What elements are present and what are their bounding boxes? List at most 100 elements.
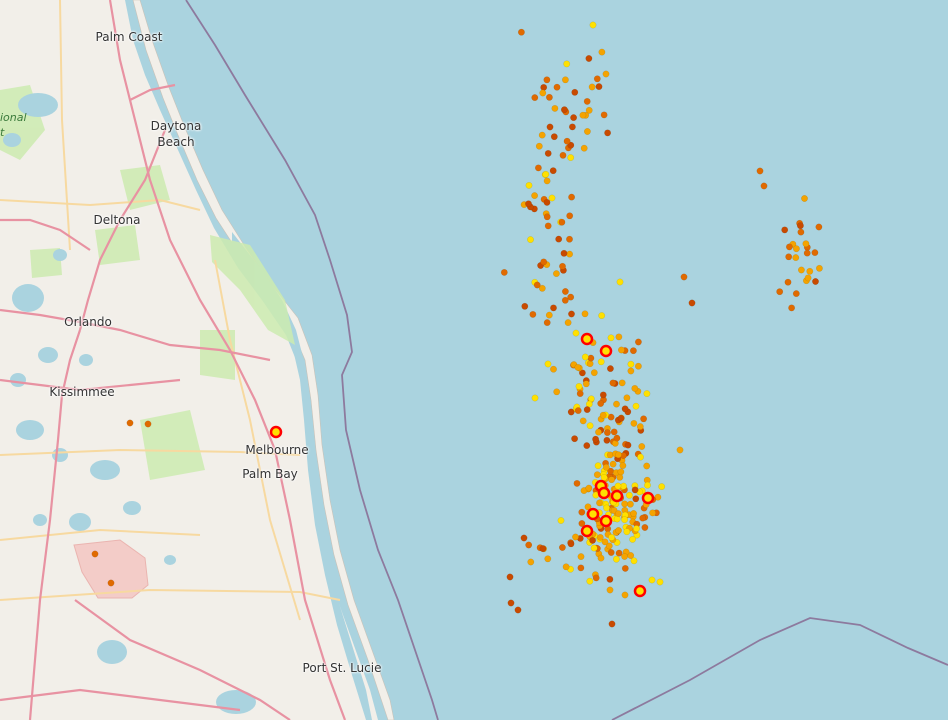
lightning-strike-marker [561,76,569,84]
lightning-strike-marker [637,453,644,461]
lightning-strike-marker [560,106,568,114]
lightning-strike-marker [812,278,819,285]
lightning-strike-marker [606,586,614,594]
lightning-strike-marker [615,527,622,534]
city-label-daytona-beach: Beach [157,135,195,149]
lightning-strike-marker [588,83,596,91]
lightning-strike-marker [563,60,571,68]
lightning-strike-marker [617,414,625,422]
lightning-strike-marker [553,388,561,396]
lightning-strike-marker [543,177,551,185]
lightning-strike-marker [639,514,647,522]
lightning-strike-marker [641,524,649,531]
lightning-strike-marker [555,235,563,243]
lightning-strike-marker [648,576,656,584]
lightning-strike-marker [550,365,557,373]
lightning-strike-marker [566,250,574,258]
lightning-strike-marker [543,213,551,221]
lightning-strike-marker [144,420,152,428]
city-label-daytona: Daytona [150,119,202,133]
lightning-strike-marker [531,94,539,102]
lightning-strike-marker [587,354,595,362]
lightning-strike-marker [633,525,640,533]
lightning-strike-marker [609,460,617,468]
lightning-strike-marker [616,278,624,286]
lightning-strike-marker [612,555,620,563]
lightning-strike-marker [680,273,688,281]
lightning-strike-marker [583,97,591,105]
lightning-strike-marker [583,128,591,135]
lightning-strike-marker [574,363,582,371]
lightning-strike-marker [621,500,629,508]
lightning-strike-marker [781,226,789,234]
lightning-map[interactable]: Palm Coast Daytona Beach Deltona Orlando… [0,0,948,720]
lightning-strike-marker [785,243,793,251]
lightning-strike-marker [626,500,634,508]
lightning-strike-marker [583,406,591,414]
lightning-strike-marker [107,579,115,587]
lightning-strike-marker [580,144,588,152]
lightning-strike-marker [542,170,550,178]
lightning-strike-marker [549,167,557,175]
lightning-strike-marker [593,471,601,479]
new-strike-marker [641,491,655,505]
lightning-strike-marker [600,473,608,481]
lightning-strike-marker [543,319,551,327]
lightning-strike-marker [539,89,547,97]
lightning-strike-marker [550,304,557,312]
lightning-strike-marker [566,212,574,220]
lightning-strike-marker [594,462,602,470]
lightning-strike-marker [604,129,612,137]
lightning-strike-marker [627,360,635,368]
lightning-strike-marker [562,563,570,571]
lightning-strike-marker [559,262,566,270]
lightning-strike-marker [551,104,559,112]
lightning-strike-marker [531,192,539,200]
lightning-strike-marker [540,258,548,266]
lightning-strike-marker [593,75,601,83]
lightning-strike-marker [559,151,567,159]
lightning-strike-marker [631,384,639,392]
new-strike-marker [580,332,594,346]
city-label-kissimmee: Kissimmee [49,385,115,399]
lightning-strike-marker [603,436,611,444]
lightning-strike-marker [574,407,582,415]
new-strike-marker [597,486,611,500]
lightning-strike-marker [607,549,615,556]
lightning-strike-marker [595,83,603,91]
lightning-strike-marker [621,564,629,572]
lightning-strike-marker [545,311,553,319]
lightning-strike-marker [546,123,554,131]
lightning-strike-marker [560,249,568,257]
lightning-strike-marker [638,443,646,450]
lightning-strike-marker [91,550,99,558]
lightning-strike-marker [548,194,556,202]
lightning-strike-marker [583,442,591,450]
lightning-strike-marker [785,253,793,261]
lightning-strike-marker [590,544,598,552]
lightning-strike-marker [802,240,810,248]
lightning-strike-marker [623,528,631,536]
lightning-strike-marker [568,123,576,131]
lightning-strike-marker [577,564,585,572]
lightning-strike-marker [566,235,573,243]
lightning-strike-marker [644,481,651,489]
lightning-strike-marker [613,434,621,442]
lightning-strike-marker [561,296,569,304]
lightning-strike-marker [624,441,632,449]
lightning-strike-marker [521,302,529,310]
lightning-strike-marker [804,274,812,282]
lightning-strike-marker [585,55,593,62]
lightning-strike-marker [544,149,552,157]
city-label-orlando: Orlando [64,315,112,329]
lightning-strike-marker [627,367,635,375]
lightning-strike-marker [640,415,648,423]
new-strike-marker [269,425,283,439]
lightning-strike-marker [614,510,622,518]
lightning-strike-marker [760,182,768,190]
lightning-strike-marker [568,310,575,318]
lightning-strike-marker [595,428,602,436]
lightning-strike-marker [550,133,558,141]
lightning-strike-marker [589,536,597,544]
lightning-strike-marker [617,346,625,354]
